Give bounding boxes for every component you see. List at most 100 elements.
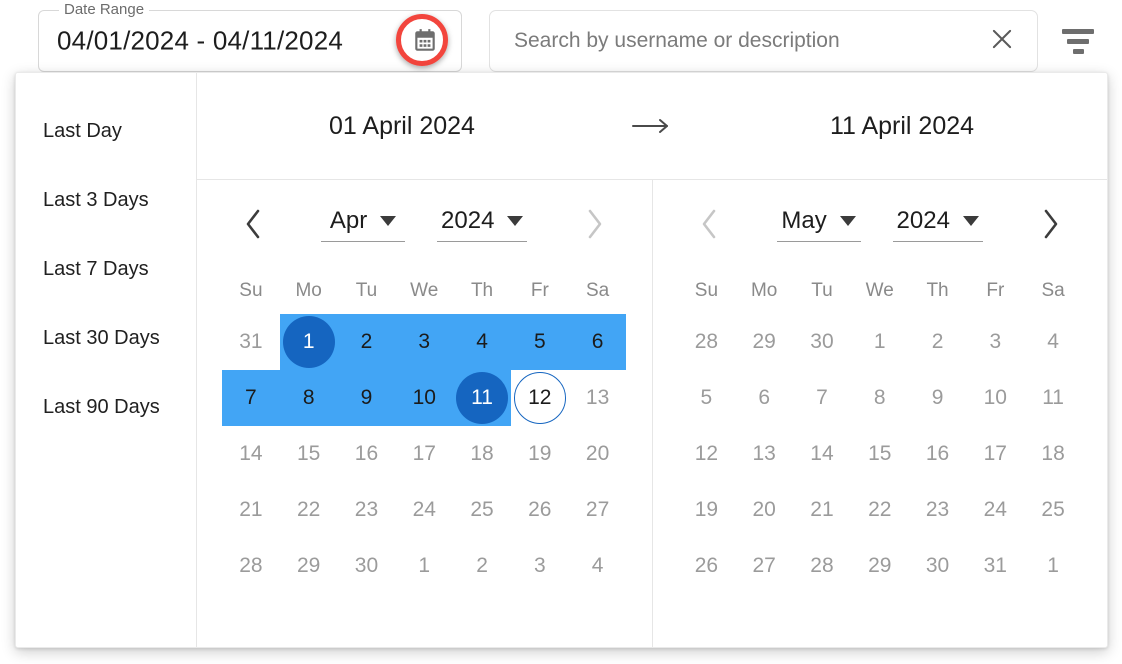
day-cell[interactable]: 22: [851, 482, 909, 538]
day-grid-right: 28 29 30 1 2 3 4 5 6 7 8 9 10 11 12 13 14 15 16 17 18 19 20 21 2…: [678, 314, 1083, 594]
day-cell[interactable]: 30: [909, 538, 967, 594]
day-cell[interactable]: 4: [1024, 314, 1082, 370]
day-cell[interactable]: 18: [1024, 426, 1082, 482]
day-cell[interactable]: 6: [735, 370, 793, 426]
chevron-down-icon: [380, 215, 397, 226]
day-cell[interactable]: 3: [966, 314, 1024, 370]
day-cell[interactable]: 9: [909, 370, 967, 426]
filter-icon-bar-2: [1067, 38, 1089, 44]
day-cell[interactable]: 15: [280, 426, 338, 482]
filter-button[interactable]: [1056, 24, 1100, 58]
day-cell[interactable]: 14: [222, 426, 280, 482]
day-cell[interactable]: 28: [793, 538, 851, 594]
day-cell-in-range[interactable]: 4: [453, 314, 511, 370]
day-cell-in-range[interactable]: 3: [395, 314, 453, 370]
day-cell-outside-month[interactable]: 4: [569, 538, 627, 594]
preset-last-90-days[interactable]: Last 90 Days: [16, 373, 196, 442]
day-cell[interactable]: 17: [966, 426, 1024, 482]
week-row: 7 8 9 10 11 12 13: [222, 370, 627, 426]
day-cell-in-range[interactable]: 7: [222, 370, 280, 426]
day-cell-in-range[interactable]: 8: [280, 370, 338, 426]
preset-last-30-days[interactable]: Last 30 Days: [16, 304, 196, 373]
day-cell-outside-month[interactable]: 30: [793, 314, 851, 370]
day-number: 4: [476, 330, 488, 353]
weekday-label: Su: [239, 280, 263, 301]
day-cell[interactable]: 24: [395, 482, 453, 538]
day-cell-outside-month[interactable]: 1: [1024, 538, 1082, 594]
calendar-open-button[interactable]: [403, 19, 447, 63]
day-cell[interactable]: 29: [280, 538, 338, 594]
day-cell[interactable]: 5: [678, 370, 736, 426]
day-cell[interactable]: 26: [678, 538, 736, 594]
day-cell[interactable]: 16: [338, 426, 396, 482]
day-cell[interactable]: 24: [966, 482, 1024, 538]
day-cell[interactable]: 16: [909, 426, 967, 482]
search-clear-button[interactable]: [985, 24, 1019, 58]
day-number: 13: [752, 442, 776, 465]
day-cell-in-range[interactable]: 9: [338, 370, 396, 426]
month-select-right[interactable]: May: [776, 207, 861, 242]
day-cell-outside-month[interactable]: 2: [453, 538, 511, 594]
year-select-left[interactable]: 2024: [437, 207, 528, 242]
day-cell[interactable]: 25: [1024, 482, 1082, 538]
day-cell[interactable]: 30: [338, 538, 396, 594]
day-cell[interactable]: 27: [569, 482, 627, 538]
day-number: 2: [476, 554, 488, 577]
preset-last-day[interactable]: Last Day: [16, 97, 196, 166]
day-cell-in-range[interactable]: 6: [569, 314, 627, 370]
day-cell-outside-month[interactable]: 31: [222, 314, 280, 370]
day-cell[interactable]: 12: [678, 426, 736, 482]
day-cell[interactable]: 17: [395, 426, 453, 482]
day-cell-range-start[interactable]: 1: [280, 314, 338, 370]
day-cell-outside-month[interactable]: 3: [511, 538, 569, 594]
day-cell[interactable]: 23: [909, 482, 967, 538]
day-cell[interactable]: 21: [793, 482, 851, 538]
preset-last-3-days[interactable]: Last 3 Days: [16, 166, 196, 235]
day-cell[interactable]: 13: [735, 426, 793, 482]
date-range-field[interactable]: Date Range 04/01/2024 - 04/11/2024: [38, 2, 462, 72]
day-cell-outside-month[interactable]: 1: [395, 538, 453, 594]
day-cell[interactable]: 14: [793, 426, 851, 482]
day-cell-in-range[interactable]: 10: [395, 370, 453, 426]
day-cell[interactable]: 25: [453, 482, 511, 538]
day-number: 1: [418, 554, 431, 577]
day-cell[interactable]: 13: [569, 370, 627, 426]
day-cell[interactable]: 23: [338, 482, 396, 538]
day-cell[interactable]: 10: [966, 370, 1024, 426]
day-cell-in-range[interactable]: 2: [338, 314, 396, 370]
day-cell[interactable]: 18: [453, 426, 511, 482]
day-cell[interactable]: 26: [511, 482, 569, 538]
day-cell[interactable]: 11: [1024, 370, 1082, 426]
day-cell-outside-month[interactable]: 29: [735, 314, 793, 370]
next-month-button-right[interactable]: [1033, 206, 1069, 242]
day-cell[interactable]: 20: [735, 482, 793, 538]
day-cell[interactable]: 8: [851, 370, 909, 426]
search-field[interactable]: [489, 10, 1038, 72]
preset-last-7-days[interactable]: Last 7 Days: [16, 235, 196, 304]
day-cell[interactable]: 20: [569, 426, 627, 482]
search-input[interactable]: [512, 11, 952, 71]
day-cell[interactable]: 2: [909, 314, 967, 370]
next-month-button-left[interactable]: [577, 206, 613, 242]
day-cell-range-end[interactable]: 11: [453, 370, 511, 426]
day-cell[interactable]: 21: [222, 482, 280, 538]
day-cell[interactable]: 1: [851, 314, 909, 370]
day-cell[interactable]: 31: [966, 538, 1024, 594]
day-cell[interactable]: 7: [793, 370, 851, 426]
weekday-label: We: [865, 280, 894, 301]
day-cell-today[interactable]: 12: [511, 370, 569, 426]
day-cell[interactable]: 22: [280, 482, 338, 538]
day-cell[interactable]: 29: [851, 538, 909, 594]
day-number: 26: [694, 554, 719, 577]
prev-month-button-left[interactable]: [235, 206, 271, 242]
day-cell[interactable]: 28: [222, 538, 280, 594]
month-select-left[interactable]: Apr: [321, 207, 406, 242]
day-cell[interactable]: 15: [851, 426, 909, 482]
year-select-right[interactable]: 2024: [892, 207, 983, 242]
prev-month-button-right[interactable]: [691, 206, 727, 242]
day-cell[interactable]: 27: [735, 538, 793, 594]
day-cell[interactable]: 19: [678, 482, 736, 538]
day-cell-outside-month[interactable]: 28: [678, 314, 736, 370]
day-cell[interactable]: 19: [511, 426, 569, 482]
day-cell-in-range[interactable]: 5: [511, 314, 569, 370]
